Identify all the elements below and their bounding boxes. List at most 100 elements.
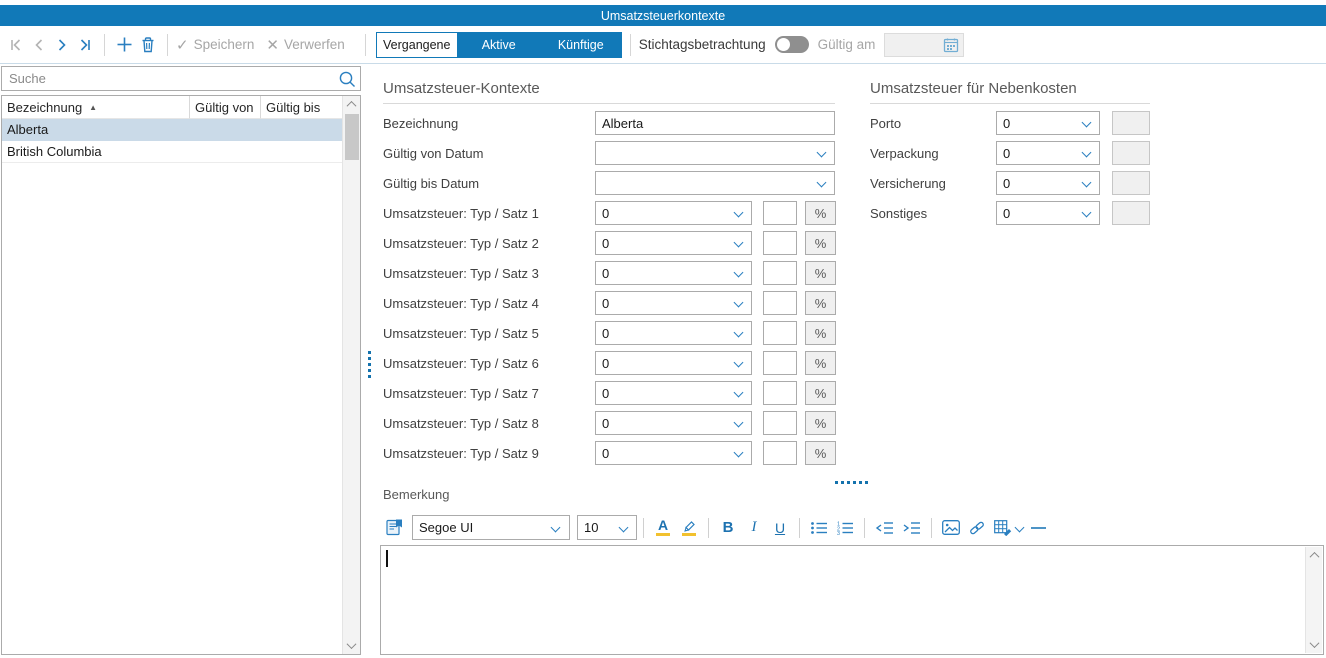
horizontal-rule-button[interactable] [1029,516,1047,540]
percent-unit-box: % [805,201,836,225]
percent-unit-box: % [805,321,836,345]
tab-aktive[interactable]: Aktive [458,32,540,58]
tax-type-combo[interactable]: 0 [595,261,752,285]
tax-rate-input[interactable] [763,291,797,315]
horizontal-rule-icon [1031,527,1046,529]
save-button[interactable]: ✓ Speichern [176,36,254,54]
vertical-splitter-handle[interactable] [368,351,371,378]
italic-button[interactable]: I [745,516,763,540]
search-icon[interactable] [334,70,360,88]
tax-type-combo[interactable]: 0 [595,231,752,255]
chevron-down-icon [551,523,561,533]
umsatzsteuerkontexte-window: Umsatzsteuerkontexte ✓ Speichern ✕ Verw [0,0,1326,658]
delete-button[interactable] [136,32,159,58]
tax-type-combo[interactable]: 0 [595,381,752,405]
font-family-value: Segoe UI [419,520,552,535]
text-module-button[interactable] [386,516,404,540]
search-input[interactable] [2,71,334,86]
insert-image-button[interactable] [942,516,960,540]
chevron-down-icon [1082,118,1092,128]
tax-rate-input[interactable] [763,261,797,285]
underline-button[interactable]: U [771,516,789,540]
toolbar-separator [365,34,366,56]
tax-row: Umsatzsteuer: Typ / Satz 8 0 % [383,411,835,435]
tax-rate-input[interactable] [763,201,797,225]
tax-type-combo[interactable]: 0 [595,201,752,225]
tax-row-label: Umsatzsteuer: Typ / Satz 2 [383,236,595,251]
nav-last-button[interactable] [73,32,96,58]
horizontal-splitter-handle[interactable] [835,481,868,484]
bemerkung-textarea[interactable] [380,545,1324,655]
tax-rate-input[interactable] [763,231,797,255]
chevron-down-icon [1082,178,1092,188]
stichtagsbetrachtung-toggle[interactable] [775,36,809,53]
scroll-down-icon[interactable] [1306,636,1322,653]
bold-button[interactable]: B [719,516,737,540]
tax-type-combo[interactable]: 0 [595,351,752,375]
list-scrollbar[interactable] [342,96,360,654]
context-list-header: Bezeichnung ▲ Gültig von Gültig bis [2,96,360,119]
tab-vergangene[interactable]: Vergangene [376,32,458,58]
nebenkosten-combo[interactable]: 0 [996,111,1100,135]
table-options-chevron-icon[interactable] [1015,523,1025,533]
tax-row: Umsatzsteuer: Typ / Satz 6 0 % [383,351,835,375]
chevron-down-icon [734,298,744,308]
font-size-combo[interactable]: 10 [577,515,637,540]
tax-type-combo[interactable]: 0 [595,441,752,465]
font-color-button[interactable]: A [654,516,672,540]
nebenkosten-row: Porto 0 [870,111,1150,135]
calendar-icon [943,37,959,53]
insert-table-button[interactable] [994,516,1012,540]
bullet-list-icon [810,521,828,535]
gueltig-bis-datum-combo[interactable] [595,171,835,195]
column-header-bezeichnung[interactable]: Bezeichnung ▲ [2,96,189,119]
bullet-list-button[interactable] [810,516,828,540]
add-button[interactable] [113,32,136,58]
indent-button[interactable] [902,516,921,540]
list-item[interactable]: British Columbia [2,141,360,163]
nebenkosten-combo[interactable]: 0 [996,171,1100,195]
font-family-combo[interactable]: Segoe UI [412,515,570,540]
list-scrollbar-thumb[interactable] [345,114,359,160]
toolbar-separator [643,518,644,538]
tax-rate-input[interactable] [763,411,797,435]
tax-rate-input[interactable] [763,441,797,465]
chevron-down-icon [1082,208,1092,218]
tax-row: Umsatzsteuer: Typ / Satz 7 0 % [383,381,835,405]
tab-künftige[interactable]: Künftige [540,32,622,58]
outdent-button[interactable] [875,516,894,540]
chevron-down-icon [1082,148,1092,158]
nav-first-button[interactable] [4,32,27,58]
nebenkosten-combo[interactable]: 0 [996,201,1100,225]
umsatzsteuer-kontexte-section: Umsatzsteuer-Kontexte Bezeichnung Gültig… [383,80,835,471]
gueltig-am-date-field[interactable] [884,33,964,57]
list-item[interactable]: Alberta [2,119,360,141]
scroll-down-icon[interactable] [343,637,360,654]
nebenkosten-combo[interactable]: 0 [996,141,1100,165]
gueltig-von-datum-combo[interactable] [595,141,835,165]
bold-icon: B [723,519,734,536]
nebenkosten-rows: Porto 0 Verpackung 0 Versicherung 0 Sons… [870,111,1150,225]
nav-next-button[interactable] [50,32,73,58]
tax-rate-input[interactable] [763,381,797,405]
column-header-gueltig-bis[interactable]: Gültig bis [260,96,343,119]
view-tabs: VergangeneAktiveKünftige [376,32,622,58]
gueltig-bis-datum-label: Gültig bis Datum [383,176,595,191]
toolbar-separator [708,518,709,538]
bemerkung-scrollbar[interactable] [1305,547,1322,653]
insert-link-button[interactable] [968,516,986,540]
nav-previous-button[interactable] [27,32,50,58]
tax-type-combo[interactable]: 0 [595,411,752,435]
chevron-down-icon [734,358,744,368]
tax-rate-input[interactable] [763,351,797,375]
bezeichnung-input[interactable] [595,111,835,135]
highlight-color-button[interactable] [680,516,698,540]
tax-type-combo[interactable]: 0 [595,291,752,315]
numbered-list-button[interactable]: 123 [836,516,854,540]
scroll-up-icon[interactable] [1306,547,1322,564]
tax-rate-input[interactable] [763,321,797,345]
scroll-up-icon[interactable] [343,96,360,113]
discard-button[interactable]: ✕ Verwerfen [266,36,344,54]
column-header-gueltig-von[interactable]: Gültig von [189,96,260,119]
tax-type-combo[interactable]: 0 [595,321,752,345]
